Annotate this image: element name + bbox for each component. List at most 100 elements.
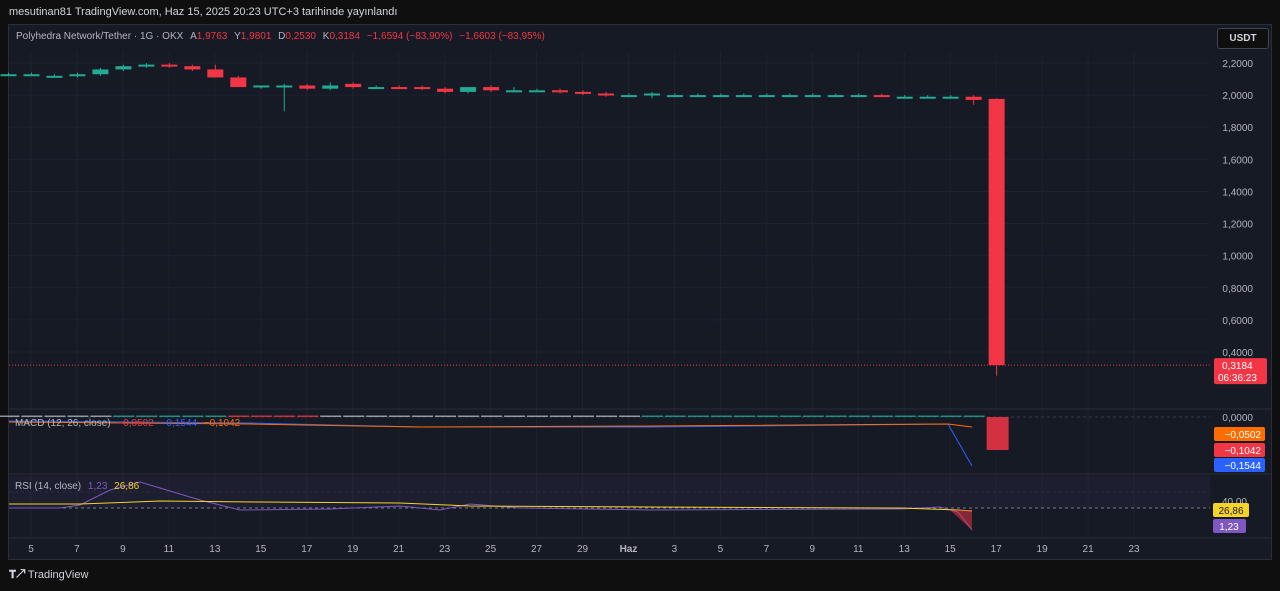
y-tick-label: 0,8000: [1222, 284, 1253, 295]
candle-body: [873, 95, 890, 98]
macd-hist-bar: [458, 415, 480, 417]
x-tick-label: 9: [810, 544, 816, 555]
macd-hist-bar: [595, 415, 617, 417]
macd-hist-value: −0,0502: [117, 418, 154, 429]
candle-body: [115, 66, 132, 70]
macd-hist-bar: [894, 415, 916, 417]
macd-signal-value: −0,1544: [160, 418, 198, 429]
rsi-title[interactable]: RSI (14, close): [15, 481, 81, 492]
candle-body: [253, 85, 270, 88]
candle-body: [896, 96, 913, 99]
close-value: 0,3184: [329, 31, 361, 42]
y-tick-label: 1,6000: [1222, 155, 1253, 166]
candle-body: [483, 87, 500, 91]
candle-body: [597, 93, 614, 96]
rsi-ma-tag: 26,86: [1218, 506, 1243, 517]
x-tick-label: 17: [991, 544, 1003, 555]
macd-hist-bar: [871, 415, 893, 417]
macd-legend: MACD (12, 26, close) −0,0502 −0,1544 −0,…: [15, 418, 240, 429]
candle-body: [988, 98, 1005, 366]
countdown-value: 06:36:23: [1218, 373, 1257, 384]
macd-hist-bar: [320, 415, 342, 417]
macd-hist-bar: [251, 415, 273, 417]
macd-hist-bar: [44, 415, 66, 417]
x-tick-label: 21: [1083, 544, 1095, 555]
y-tick-label: 0,6000: [1222, 316, 1253, 327]
macd-hist-bar: [343, 415, 365, 417]
grid-layer: [9, 52, 1210, 538]
macd-hist-bar: [113, 415, 135, 417]
macd-macd-value: −0,1042: [203, 418, 241, 429]
candle-body: [345, 83, 362, 88]
candle-body: [0, 74, 17, 77]
macd-hist-bar: [481, 415, 503, 417]
candle-body: [850, 95, 867, 98]
tradingview-icon: 𝐓↗: [9, 569, 25, 581]
chart-canvas[interactable]: 2,2000 2,0000 1,8000 1,6000 1,4000 1,2000 1,00…: [0, 0, 1280, 591]
y-tick-label: 2,2000: [1222, 59, 1253, 70]
x-tick-label: 25: [485, 544, 497, 555]
candle-body: [529, 90, 546, 93]
candle-body: [69, 74, 86, 77]
candle-body: [460, 87, 477, 92]
macd-hist-bar: [687, 415, 709, 417]
x-tick-label: 7: [764, 544, 770, 555]
macd-hist-bar: [136, 415, 158, 417]
macd-hist-bar: [90, 415, 112, 417]
y-tick-label: 1,8000: [1222, 123, 1253, 134]
macd-hist-bar: [412, 415, 434, 417]
last-price-value: 0,3184: [1222, 361, 1253, 372]
x-tick-label: 21: [393, 544, 405, 555]
macd-hist-bar: [573, 415, 594, 417]
tradingview-logo[interactable]: 𝐓↗ TradingView: [9, 569, 88, 582]
macd-hist-bar: [733, 415, 755, 417]
candle-body: [437, 88, 454, 92]
macd-hist-bar: [389, 415, 411, 417]
x-tick-label: 7: [74, 544, 80, 555]
macd-hist-bar: [940, 415, 962, 417]
candle-body: [207, 69, 224, 78]
candle-body: [620, 95, 637, 98]
macd-hist-bar: [504, 415, 526, 417]
change-value-2: −1,6603 (−83,95%): [459, 31, 545, 42]
macd-hist-bar: [664, 415, 686, 417]
macd-hist-bar: [618, 415, 640, 417]
macd-title[interactable]: MACD (12, 26, close): [15, 418, 111, 429]
x-tick-label: 11: [164, 544, 175, 555]
change-value: −1,6594 (−83,90%): [366, 31, 453, 42]
symbol-name[interactable]: Polyhedra Network/Tether · 1G · OKX: [16, 31, 183, 42]
macd-hist-bar: [779, 415, 801, 417]
currency-button[interactable]: USDT: [1217, 28, 1269, 49]
x-tick-label: 23: [439, 544, 451, 555]
x-tick-label: 29: [577, 544, 589, 555]
macd-hist-bar: [435, 415, 457, 417]
macd-value-tag: −0,1042: [1225, 446, 1262, 457]
candle-body: [758, 95, 775, 98]
rsi-ma-value: 26,86: [114, 481, 140, 492]
candle-body: [299, 85, 316, 89]
candle-body: [506, 90, 523, 93]
signal-value-tag: −0,1544: [1225, 461, 1262, 472]
x-tick-label: 23: [1128, 544, 1140, 555]
x-tick-label: 5: [718, 544, 724, 555]
y-tick-label: 0,4000: [1222, 348, 1253, 359]
macd-hist-bar: [917, 415, 939, 417]
y-tick-label: 1,0000: [1222, 252, 1253, 263]
macd-hist-tag: −0,0502: [1225, 430, 1262, 441]
y-tick-label: 2,0000: [1222, 91, 1253, 102]
candle-body: [46, 75, 63, 78]
macd-hist-bar: [756, 415, 778, 417]
candle-body: [965, 96, 982, 100]
candle-body: [781, 95, 798, 98]
candle-body: [804, 95, 821, 98]
candle-body: [92, 69, 109, 75]
macd-zero-label: 0,0000: [1222, 413, 1253, 424]
macd-hist-bar: [848, 415, 870, 417]
candle-body: [322, 85, 339, 89]
high-label: Y: [234, 31, 241, 42]
open-value: 1,9763: [196, 31, 228, 42]
macd-hist-bar: [527, 415, 549, 417]
candle-body: [827, 95, 844, 98]
candle-series: [0, 63, 1005, 376]
macd-hist-bar: [802, 415, 824, 417]
